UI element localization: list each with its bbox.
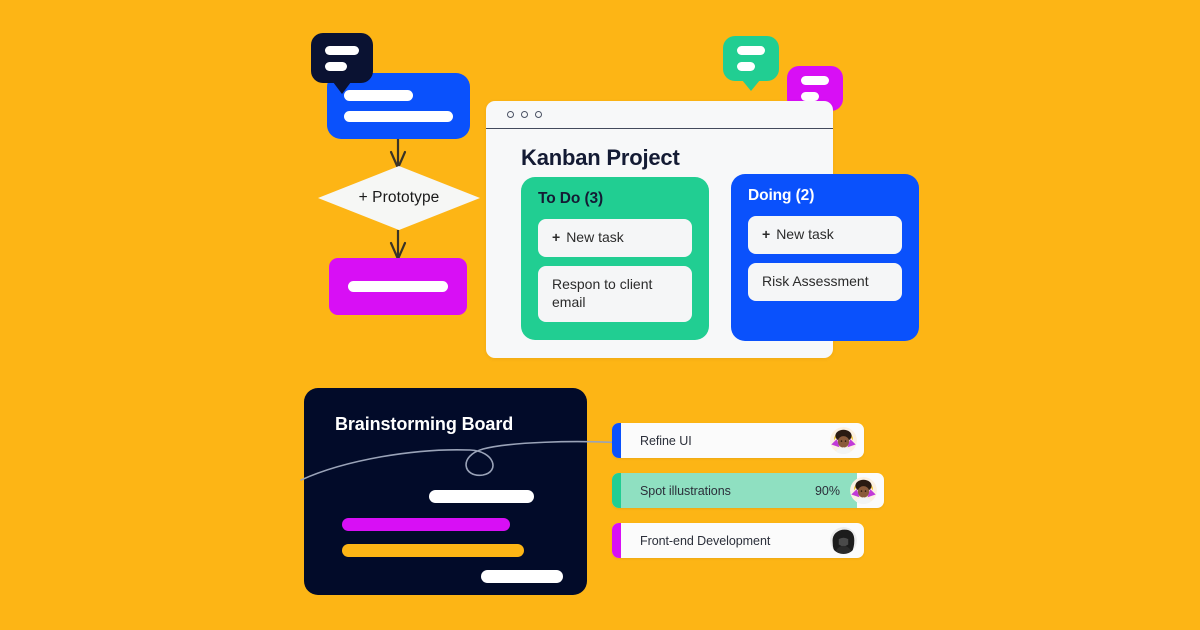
kanban-column-todo[interactable]: To Do (3) + New task Respon to client ema… bbox=[521, 177, 709, 340]
task-row[interactable]: Front-end Development bbox=[612, 523, 864, 558]
board-bar bbox=[342, 518, 510, 531]
task-label: Refine UI bbox=[640, 433, 692, 448]
task-label: Spot illustrations bbox=[640, 483, 731, 498]
card-respond-client-email[interactable]: Respon to client email bbox=[538, 265, 692, 322]
task-progress-label: 90% bbox=[814, 483, 840, 498]
board-bar bbox=[481, 570, 563, 583]
board-bar bbox=[429, 490, 534, 503]
column-title-todo: To Do (3) bbox=[538, 190, 604, 207]
board-bar bbox=[342, 544, 524, 557]
task-progress-list: Refine UI Spot illustrations 90% Front-e… bbox=[612, 423, 884, 573]
card-label: New task bbox=[776, 226, 834, 242]
plus-icon: + bbox=[762, 226, 771, 242]
card-label: Respon to client email bbox=[552, 275, 653, 310]
board-content-bars bbox=[304, 388, 587, 595]
task-row[interactable]: Refine UI bbox=[612, 423, 864, 458]
card-label: Risk Assessment bbox=[762, 272, 869, 289]
task-accent-bar bbox=[612, 423, 621, 458]
illustration-canvas: + Prototype Kanban Project To Do (3) + N… bbox=[0, 0, 1200, 630]
avatar[interactable] bbox=[830, 527, 857, 554]
task-row[interactable]: Spot illustrations 90% bbox=[612, 473, 884, 508]
kanban-columns: To Do (3) + New task Respon to client ema… bbox=[0, 0, 1200, 630]
avatar[interactable] bbox=[850, 477, 877, 504]
plus-icon: + bbox=[552, 229, 561, 245]
task-accent-bar bbox=[612, 473, 621, 508]
task-label: Front-end Development bbox=[640, 533, 771, 548]
avatar[interactable] bbox=[830, 427, 857, 454]
brainstorming-board[interactable]: Brainstorming Board bbox=[304, 388, 587, 595]
card-new-task-doing[interactable]: + New task bbox=[748, 216, 902, 254]
card-new-task-todo[interactable]: + New task bbox=[538, 219, 692, 257]
task-accent-bar bbox=[612, 523, 621, 558]
kanban-column-doing[interactable]: Doing (2) + New task Risk Assessment bbox=[731, 174, 919, 341]
card-label: New task bbox=[566, 229, 624, 245]
card-risk-assessment[interactable]: Risk Assessment bbox=[748, 262, 902, 301]
column-title-doing: Doing (2) bbox=[748, 187, 815, 204]
